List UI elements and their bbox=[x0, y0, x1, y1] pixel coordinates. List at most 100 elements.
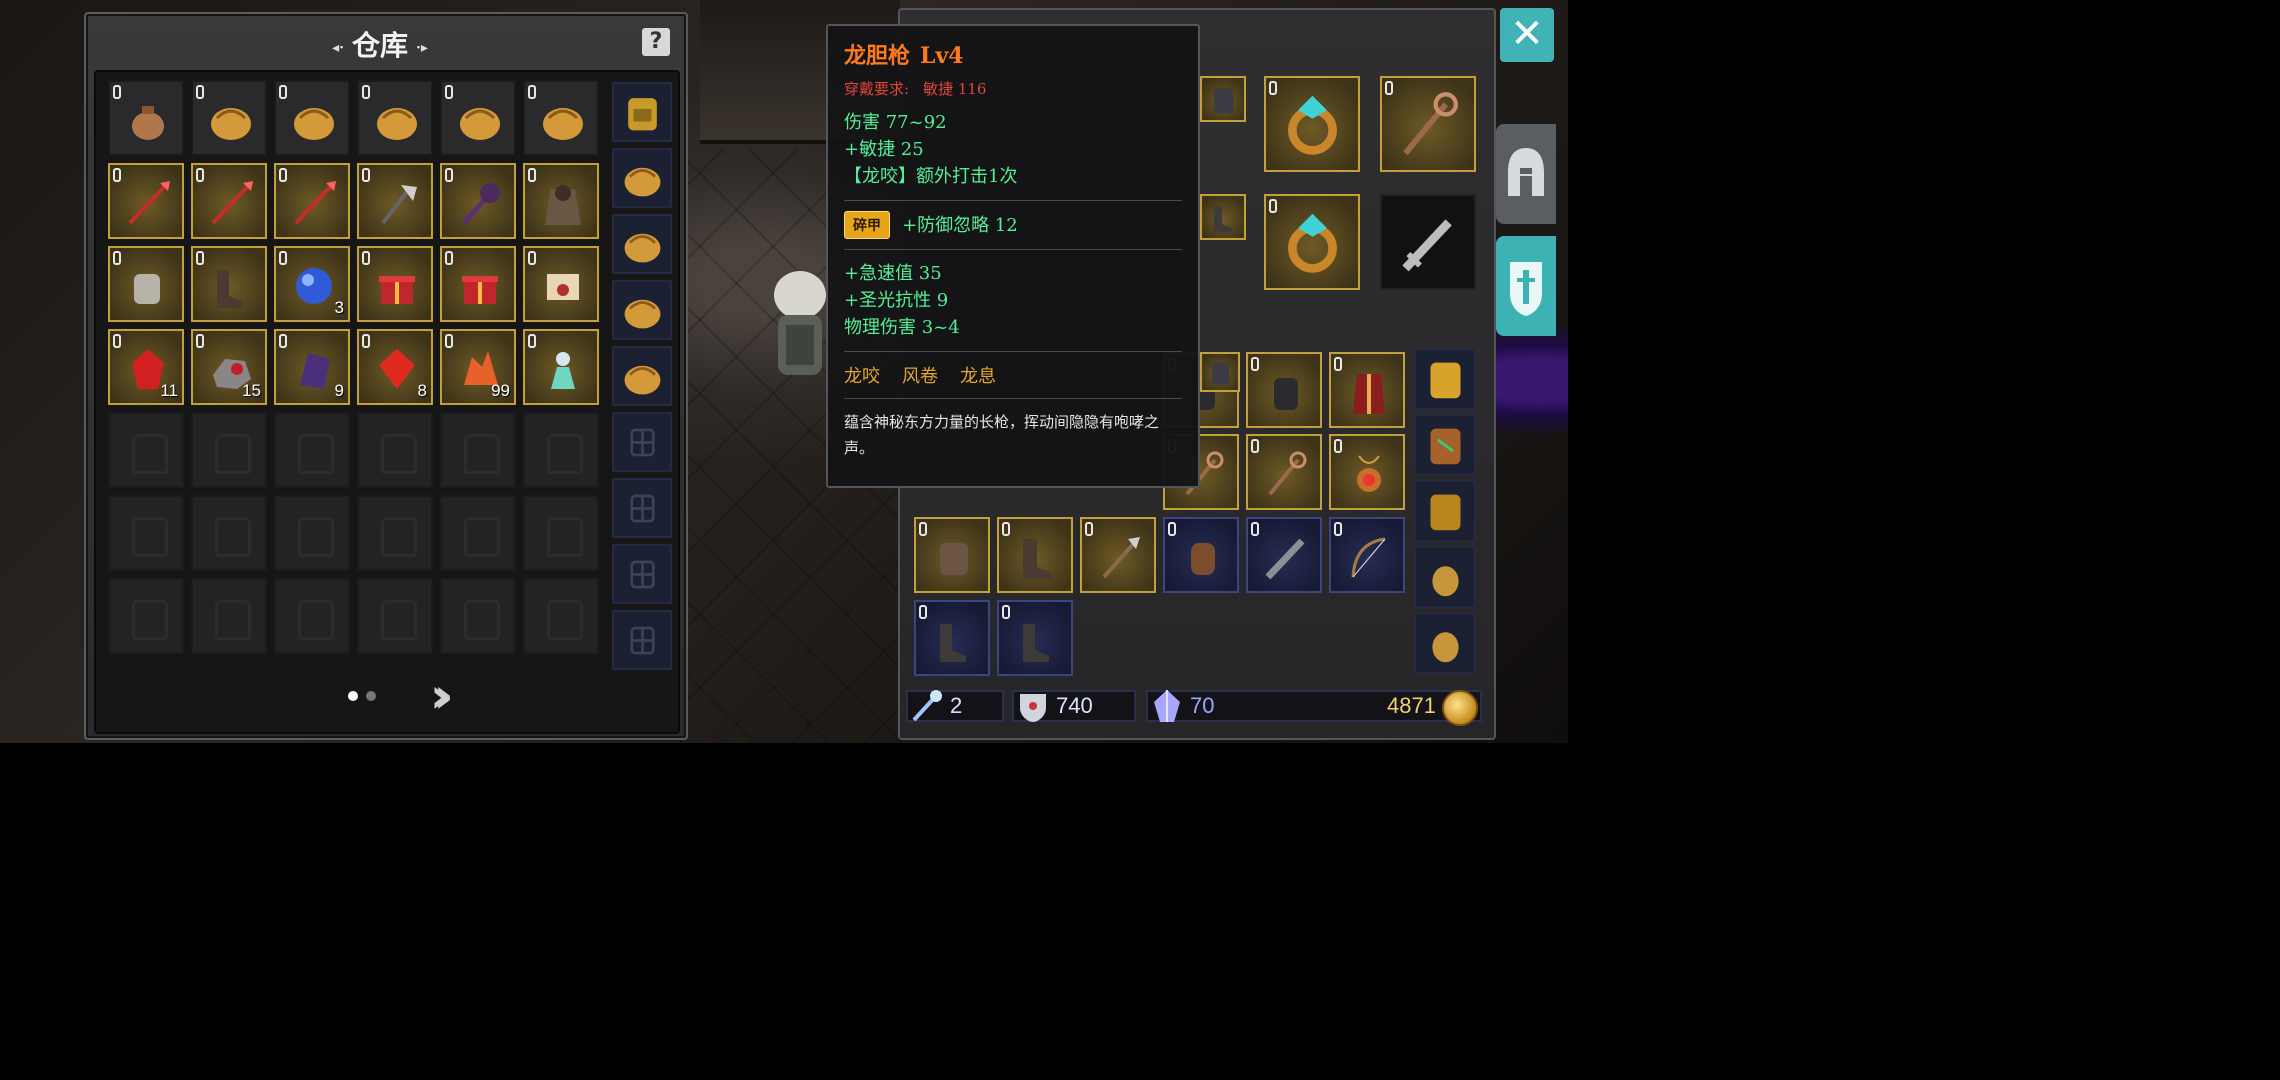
armor-shield-icon bbox=[1510, 262, 1542, 316]
warehouse-item-red-crystal[interactable]: 11 bbox=[108, 329, 184, 405]
bound-lock-icon bbox=[1251, 357, 1259, 371]
equip-ring-slot-2[interactable] bbox=[1264, 194, 1360, 290]
bag-slot-golden-backpack[interactable] bbox=[1414, 348, 1476, 410]
warehouse-empty-slot[interactable] bbox=[440, 578, 516, 654]
warehouse-item-purple-shard[interactable]: 9 bbox=[274, 329, 350, 405]
purple-shard-icon bbox=[300, 353, 330, 389]
bag-slot-gold-backpack[interactable] bbox=[1414, 480, 1476, 542]
warehouse-empty-slot[interactable] bbox=[357, 412, 433, 488]
warehouse-item-red-spear[interactable] bbox=[274, 163, 350, 239]
equip-boots-slot[interactable] bbox=[1200, 194, 1246, 240]
equip-ring-slot[interactable] bbox=[1264, 76, 1360, 172]
locked-bag-slot[interactable] bbox=[612, 412, 672, 472]
bound-lock-icon bbox=[1269, 81, 1277, 95]
warehouse-item-spirit-figure[interactable] bbox=[523, 329, 599, 405]
bound-lock-icon bbox=[196, 85, 204, 99]
warehouse-empty-slot[interactable] bbox=[191, 495, 267, 571]
warehouse-item-leather-bag[interactable] bbox=[440, 80, 516, 156]
bag-slot-backpack[interactable] bbox=[612, 82, 672, 142]
cloth-boots-icon bbox=[940, 624, 966, 662]
warehouse-item-leather-bag[interactable] bbox=[523, 80, 599, 156]
locked-bag-slot[interactable] bbox=[612, 610, 672, 670]
warehouse-empty-slot[interactable] bbox=[440, 495, 516, 571]
helmet-tab[interactable] bbox=[1496, 124, 1556, 224]
backpack-item-fire-amulet[interactable] bbox=[1329, 434, 1405, 510]
close-button[interactable]: ✕ bbox=[1500, 8, 1554, 62]
item-tooltip: 龙胆枪 Lv4 穿戴要求: 敏捷 116 伤害 77~92 +敏捷 25 【龙咬】额… bbox=[826, 24, 1200, 488]
warehouse-empty-slot[interactable] bbox=[108, 412, 184, 488]
warehouse-empty-slot[interactable] bbox=[274, 578, 350, 654]
next-page-button[interactable]: ›› bbox=[430, 668, 453, 724]
warehouse-item-ore-chunk[interactable]: 15 bbox=[191, 329, 267, 405]
bag-slot-leather-bag[interactable] bbox=[612, 346, 672, 406]
warehouse-item-coin-pouch[interactable] bbox=[108, 80, 184, 156]
warehouse-empty-slot[interactable] bbox=[274, 412, 350, 488]
warehouse-item-battle-axe[interactable] bbox=[357, 163, 433, 239]
warehouse-item-orange-crystal[interactable]: 99 bbox=[440, 329, 516, 405]
backpack-item-dark-armor[interactable] bbox=[1200, 352, 1240, 392]
warehouse-empty-slot[interactable] bbox=[191, 578, 267, 654]
warehouse-item-leather-bag[interactable] bbox=[357, 80, 433, 156]
backpack-item-cloth-boots[interactable] bbox=[914, 600, 990, 676]
backpack-item-cloth-glove[interactable] bbox=[1163, 517, 1239, 593]
bound-lock-icon bbox=[1251, 439, 1259, 453]
item-quantity: 3 bbox=[334, 298, 344, 317]
backpack-item-greatsword[interactable] bbox=[1246, 517, 1322, 593]
gift-box-icon bbox=[379, 276, 415, 304]
backpack-item-longbow[interactable] bbox=[1329, 517, 1405, 593]
warehouse-item-red-gem[interactable]: 8 bbox=[357, 329, 433, 405]
bound-lock-icon bbox=[362, 334, 370, 348]
item-quantity: 9 bbox=[334, 381, 344, 400]
leaf-backpack-icon bbox=[1430, 428, 1461, 465]
warehouse-empty-slot[interactable] bbox=[357, 495, 433, 571]
bag-slot-small-sack[interactable] bbox=[1414, 546, 1476, 608]
item-quantity: 11 bbox=[160, 381, 178, 400]
warehouse-empty-slot[interactable] bbox=[108, 578, 184, 654]
locked-bag-slot[interactable] bbox=[612, 478, 672, 538]
page-dot-1[interactable] bbox=[348, 691, 358, 701]
equip-staff-slot[interactable] bbox=[1380, 76, 1476, 172]
backpack-item-iron-gauntlet[interactable] bbox=[1246, 352, 1322, 428]
warehouse-empty-slot[interactable] bbox=[523, 578, 599, 654]
backpack-item-halberd[interactable] bbox=[1080, 517, 1156, 593]
warehouse-empty-slot[interactable] bbox=[191, 412, 267, 488]
warehouse-item-leather-bag[interactable] bbox=[274, 80, 350, 156]
help-button[interactable]: ? bbox=[642, 28, 670, 56]
backpack-item-serpent-staff[interactable] bbox=[1246, 434, 1322, 510]
warehouse-empty-slot[interactable] bbox=[440, 412, 516, 488]
leather-bag-icon bbox=[377, 108, 417, 140]
warehouse-empty-slot[interactable] bbox=[523, 495, 599, 571]
bag-slot-leaf-backpack[interactable] bbox=[1414, 414, 1476, 476]
weapon-slot[interactable] bbox=[1380, 194, 1476, 290]
warehouse-item-gift-box[interactable] bbox=[357, 246, 433, 322]
serpent-staff-icon bbox=[1268, 451, 1307, 496]
warehouse-item-red-spear[interactable] bbox=[191, 163, 267, 239]
warehouse-empty-slot[interactable] bbox=[523, 412, 599, 488]
locked-bag-slot[interactable] bbox=[612, 544, 672, 604]
backpack-item-iron-boots[interactable] bbox=[997, 517, 1073, 593]
divider bbox=[844, 398, 1182, 399]
warehouse-item-gift-box[interactable] bbox=[440, 246, 516, 322]
bound-lock-icon bbox=[113, 334, 121, 348]
bag-slot-small-sack[interactable] bbox=[1414, 612, 1476, 674]
armor-tab[interactable] bbox=[1496, 236, 1556, 336]
bag-slot-leather-bag[interactable] bbox=[612, 280, 672, 340]
warehouse-empty-slot[interactable] bbox=[274, 495, 350, 571]
equip-armor-slot[interactable] bbox=[1200, 76, 1246, 122]
warehouse-item-sealed-letter[interactable] bbox=[523, 246, 599, 322]
warehouse-item-red-spear[interactable] bbox=[108, 163, 184, 239]
backpack-item-cloth-boots[interactable] bbox=[997, 600, 1073, 676]
page-dot-2[interactable] bbox=[366, 691, 376, 701]
warehouse-item-leather-boots[interactable] bbox=[191, 246, 267, 322]
bag-slot-leather-bag[interactable] bbox=[612, 214, 672, 274]
backpack-item-crimson-robe[interactable] bbox=[1329, 352, 1405, 428]
warehouse-item-hooded-robe[interactable] bbox=[523, 163, 599, 239]
bag-slot-leather-bag[interactable] bbox=[612, 148, 672, 208]
backpack-item-plate-gauntlet[interactable] bbox=[914, 517, 990, 593]
warehouse-item-dark-staff[interactable] bbox=[440, 163, 516, 239]
warehouse-empty-slot[interactable] bbox=[108, 495, 184, 571]
warehouse-item-leather-bag[interactable] bbox=[191, 80, 267, 156]
warehouse-item-blue-orb[interactable]: 3 bbox=[274, 246, 350, 322]
warehouse-item-steel-gauntlet[interactable] bbox=[108, 246, 184, 322]
warehouse-empty-slot[interactable] bbox=[357, 578, 433, 654]
